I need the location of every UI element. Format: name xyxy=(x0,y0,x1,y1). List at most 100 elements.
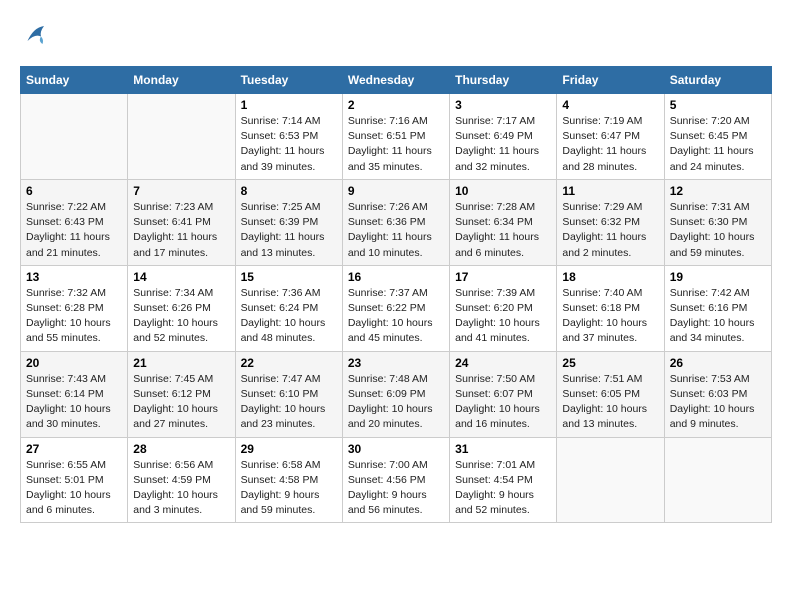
day-number: 13 xyxy=(26,270,122,284)
logo xyxy=(20,20,54,50)
calendar-cell: 19 Sunrise: 7:42 AM Sunset: 6:16 PM Dayli… xyxy=(664,265,771,351)
logo-icon xyxy=(20,20,50,50)
calendar-cell: 2 Sunrise: 7:16 AM Sunset: 6:51 PM Daylig… xyxy=(342,94,449,180)
calendar-cell: 26Sunrise: 7:53 AM Sunset: 6:03 PM Dayli… xyxy=(664,351,771,437)
calendar-cell xyxy=(21,94,128,180)
calendar-cell xyxy=(664,437,771,523)
week-row-3: 20 Sunrise: 7:43 AM Sunset: 6:14 PM Dayli… xyxy=(21,351,772,437)
calendar-cell: 17 Sunrise: 7:39 AM Sunset: 6:20 PM Dayli… xyxy=(450,265,557,351)
calendar-cell: 3Sunrise: 7:17 AM Sunset: 6:49 PM Daylig… xyxy=(450,94,557,180)
day-info: Sunrise: 7:00 AM Sunset: 4:56 PM Dayligh… xyxy=(348,458,444,519)
day-info: Sunrise: 7:22 AM Sunset: 6:43 PM Dayligh… xyxy=(26,200,122,261)
day-number: 5 xyxy=(670,98,766,112)
day-info: Sunrise: 7:36 AM Sunset: 6:24 PM Dayligh… xyxy=(241,286,337,347)
day-info: Sunrise: 6:55 AM Sunset: 5:01 PM Dayligh… xyxy=(26,458,122,519)
week-row-1: 6 Sunrise: 7:22 AM Sunset: 6:43 PM Daylig… xyxy=(21,179,772,265)
day-number: 7 xyxy=(133,184,229,198)
day-info: Sunrise: 7:29 AM Sunset: 6:32 PM Dayligh… xyxy=(562,200,658,261)
day-info: Sunrise: 7:17 AM Sunset: 6:49 PM Dayligh… xyxy=(455,114,551,175)
day-number: 21 xyxy=(133,356,229,370)
header-friday: Friday xyxy=(557,67,664,94)
header-monday: Monday xyxy=(128,67,235,94)
calendar-cell: 15 Sunrise: 7:36 AM Sunset: 6:24 PM Dayli… xyxy=(235,265,342,351)
header-saturday: Saturday xyxy=(664,67,771,94)
day-info: Sunrise: 7:26 AM Sunset: 6:36 PM Dayligh… xyxy=(348,200,444,261)
day-number: 11 xyxy=(562,184,658,198)
day-number: 17 xyxy=(455,270,551,284)
day-number: 31 xyxy=(455,442,551,456)
calendar-cell: 8 Sunrise: 7:25 AM Sunset: 6:39 PM Daylig… xyxy=(235,179,342,265)
calendar-cell: 25 Sunrise: 7:51 AM Sunset: 6:05 PM Dayli… xyxy=(557,351,664,437)
calendar-cell: 23 Sunrise: 7:48 AM Sunset: 6:09 PM Dayli… xyxy=(342,351,449,437)
calendar-cell: 16 Sunrise: 7:37 AM Sunset: 6:22 PM Dayli… xyxy=(342,265,449,351)
day-number: 14 xyxy=(133,270,229,284)
day-number: 16 xyxy=(348,270,444,284)
day-number: 19 xyxy=(670,270,766,284)
day-info: Sunrise: 7:34 AM Sunset: 6:26 PM Dayligh… xyxy=(133,286,229,347)
day-info: Sunrise: 7:32 AM Sunset: 6:28 PM Dayligh… xyxy=(26,286,122,347)
day-info: Sunrise: 7:40 AM Sunset: 6:18 PM Dayligh… xyxy=(562,286,658,347)
calendar-cell: 11 Sunrise: 7:29 AM Sunset: 6:32 PM Dayli… xyxy=(557,179,664,265)
calendar-cell: 22 Sunrise: 7:47 AM Sunset: 6:10 PM Dayli… xyxy=(235,351,342,437)
day-number: 2 xyxy=(348,98,444,112)
header-thursday: Thursday xyxy=(450,67,557,94)
days-header-row: SundayMondayTuesdayWednesdayThursdayFrid… xyxy=(21,67,772,94)
day-info: Sunrise: 7:51 AM Sunset: 6:05 PM Dayligh… xyxy=(562,372,658,433)
calendar-cell: 27 Sunrise: 6:55 AM Sunset: 5:01 PM Dayli… xyxy=(21,437,128,523)
day-number: 10 xyxy=(455,184,551,198)
day-info: Sunrise: 7:37 AM Sunset: 6:22 PM Dayligh… xyxy=(348,286,444,347)
week-row-0: 1Sunrise: 7:14 AM Sunset: 6:53 PM Daylig… xyxy=(21,94,772,180)
day-info: Sunrise: 7:39 AM Sunset: 6:20 PM Dayligh… xyxy=(455,286,551,347)
day-info: Sunrise: 7:50 AM Sunset: 6:07 PM Dayligh… xyxy=(455,372,551,433)
calendar-cell: 31 Sunrise: 7:01 AM Sunset: 4:54 PM Dayli… xyxy=(450,437,557,523)
day-number: 15 xyxy=(241,270,337,284)
day-number: 27 xyxy=(26,442,122,456)
day-number: 20 xyxy=(26,356,122,370)
day-number: 18 xyxy=(562,270,658,284)
day-number: 28 xyxy=(133,442,229,456)
calendar-cell: 9 Sunrise: 7:26 AM Sunset: 6:36 PM Daylig… xyxy=(342,179,449,265)
calendar-cell: 28 Sunrise: 6:56 AM Sunset: 4:59 PM Dayli… xyxy=(128,437,235,523)
day-info: Sunrise: 7:43 AM Sunset: 6:14 PM Dayligh… xyxy=(26,372,122,433)
day-info: Sunrise: 7:47 AM Sunset: 6:10 PM Dayligh… xyxy=(241,372,337,433)
day-number: 24 xyxy=(455,356,551,370)
day-number: 4 xyxy=(562,98,658,112)
calendar-cell: 13 Sunrise: 7:32 AM Sunset: 6:28 PM Dayli… xyxy=(21,265,128,351)
day-info: Sunrise: 7:31 AM Sunset: 6:30 PM Dayligh… xyxy=(670,200,766,261)
day-info: Sunrise: 7:45 AM Sunset: 6:12 PM Dayligh… xyxy=(133,372,229,433)
day-info: Sunrise: 7:01 AM Sunset: 4:54 PM Dayligh… xyxy=(455,458,551,519)
day-number: 22 xyxy=(241,356,337,370)
calendar-cell: 10Sunrise: 7:28 AM Sunset: 6:34 PM Dayli… xyxy=(450,179,557,265)
day-number: 29 xyxy=(241,442,337,456)
calendar-cell: 12 Sunrise: 7:31 AM Sunset: 6:30 PM Dayli… xyxy=(664,179,771,265)
day-number: 12 xyxy=(670,184,766,198)
calendar-cell: 1Sunrise: 7:14 AM Sunset: 6:53 PM Daylig… xyxy=(235,94,342,180)
day-info: Sunrise: 7:48 AM Sunset: 6:09 PM Dayligh… xyxy=(348,372,444,433)
header-wednesday: Wednesday xyxy=(342,67,449,94)
calendar-cell: 7Sunrise: 7:23 AM Sunset: 6:41 PM Daylig… xyxy=(128,179,235,265)
week-row-2: 13 Sunrise: 7:32 AM Sunset: 6:28 PM Dayli… xyxy=(21,265,772,351)
day-number: 9 xyxy=(348,184,444,198)
day-info: Sunrise: 6:56 AM Sunset: 4:59 PM Dayligh… xyxy=(133,458,229,519)
calendar-cell: 21 Sunrise: 7:45 AM Sunset: 6:12 PM Dayli… xyxy=(128,351,235,437)
calendar-cell: 6 Sunrise: 7:22 AM Sunset: 6:43 PM Daylig… xyxy=(21,179,128,265)
day-info: Sunrise: 7:19 AM Sunset: 6:47 PM Dayligh… xyxy=(562,114,658,175)
calendar-table: SundayMondayTuesdayWednesdayThursdayFrid… xyxy=(20,66,772,523)
calendar-cell: 4 Sunrise: 7:19 AM Sunset: 6:47 PM Daylig… xyxy=(557,94,664,180)
day-number: 6 xyxy=(26,184,122,198)
calendar-cell xyxy=(128,94,235,180)
page-header xyxy=(20,20,772,50)
day-number: 1 xyxy=(241,98,337,112)
day-number: 8 xyxy=(241,184,337,198)
calendar-cell: 5 Sunrise: 7:20 AM Sunset: 6:45 PM Daylig… xyxy=(664,94,771,180)
day-number: 25 xyxy=(562,356,658,370)
calendar-cell xyxy=(557,437,664,523)
calendar-cell: 20 Sunrise: 7:43 AM Sunset: 6:14 PM Dayli… xyxy=(21,351,128,437)
day-info: Sunrise: 6:58 AM Sunset: 4:58 PM Dayligh… xyxy=(241,458,337,519)
day-info: Sunrise: 7:25 AM Sunset: 6:39 PM Dayligh… xyxy=(241,200,337,261)
day-info: Sunrise: 7:42 AM Sunset: 6:16 PM Dayligh… xyxy=(670,286,766,347)
day-info: Sunrise: 7:16 AM Sunset: 6:51 PM Dayligh… xyxy=(348,114,444,175)
day-number: 23 xyxy=(348,356,444,370)
day-info: Sunrise: 7:20 AM Sunset: 6:45 PM Dayligh… xyxy=(670,114,766,175)
week-row-4: 27 Sunrise: 6:55 AM Sunset: 5:01 PM Dayli… xyxy=(21,437,772,523)
